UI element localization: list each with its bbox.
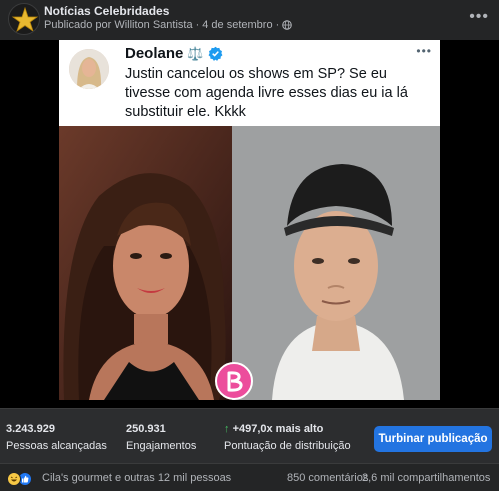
- tweet-screenshot[interactable]: Deolane ⚖️ ••• Justin cancelou os shows …: [59, 40, 440, 400]
- reach-value[interactable]: 3.243.929: [6, 423, 55, 435]
- distribution-label: Pontuação de distribuição: [224, 440, 351, 452]
- engagement-label: Engajamentos: [126, 440, 197, 452]
- woman-photo-icon: [59, 126, 232, 400]
- comments-count[interactable]: 850 comentários: [287, 472, 368, 484]
- tweet-text: Justin cancelou os shows em SP? Se eu ti…: [125, 66, 408, 120]
- haha-reaction-icon: [7, 472, 21, 486]
- woman-portrait-icon: [69, 49, 109, 89]
- reach-label: Pessoas alcançadas: [6, 440, 107, 452]
- distribution-value[interactable]: ↑ +497,0x mais alto: [224, 423, 323, 435]
- published-by[interactable]: Publicado por Williton Santista: [44, 19, 193, 31]
- reactors-text[interactable]: Cila's gourmet e outras 12 mil pessoas: [42, 472, 231, 484]
- photo-woman: [59, 126, 232, 400]
- tweet-more-icon: •••: [416, 44, 432, 58]
- letter-b-logo-icon: [227, 371, 243, 392]
- globe-icon[interactable]: [282, 20, 293, 30]
- post-insights: 3.243.929 Pessoas alcançadas 250.931 Eng…: [0, 408, 499, 463]
- post-meta: Publicado por Williton Santista · 4 de s…: [44, 19, 293, 31]
- watermark-logo: [215, 362, 253, 400]
- post-date[interactable]: 4 de setembro: [202, 19, 272, 31]
- post-footer: Cila's gourmet e outras 12 mil pessoas 8…: [0, 463, 499, 491]
- engagement-value[interactable]: 250.931: [126, 423, 166, 435]
- page-avatar[interactable]: [8, 3, 40, 35]
- shares-count[interactable]: 2,6 mil compartilhamentos: [362, 472, 490, 484]
- photo-man: [232, 126, 440, 400]
- verified-badge-icon: [208, 46, 222, 61]
- tweet-author-name: Deolane ⚖️: [125, 45, 223, 62]
- separator-dot: ·: [275, 19, 280, 31]
- boost-post-button[interactable]: Turbinar publicação: [374, 426, 492, 452]
- reaction-icons[interactable]: [7, 472, 32, 486]
- post-header: Notícias Celebridades Publicado por Will…: [0, 0, 499, 40]
- arrow-up-icon: ↑: [224, 423, 230, 435]
- scales-emoji: ⚖️: [187, 45, 204, 61]
- separator-dot: ·: [195, 19, 200, 31]
- page-name[interactable]: Notícias Celebridades: [44, 4, 169, 18]
- star-logo-icon: [11, 6, 39, 33]
- tweet-author-avatar: [69, 49, 109, 89]
- man-photo-icon: [232, 126, 440, 400]
- more-options-icon[interactable]: •••: [469, 8, 489, 26]
- author-name-text: Deolane: [125, 45, 184, 62]
- distribution-value-text: +497,0x mais alto: [232, 423, 324, 435]
